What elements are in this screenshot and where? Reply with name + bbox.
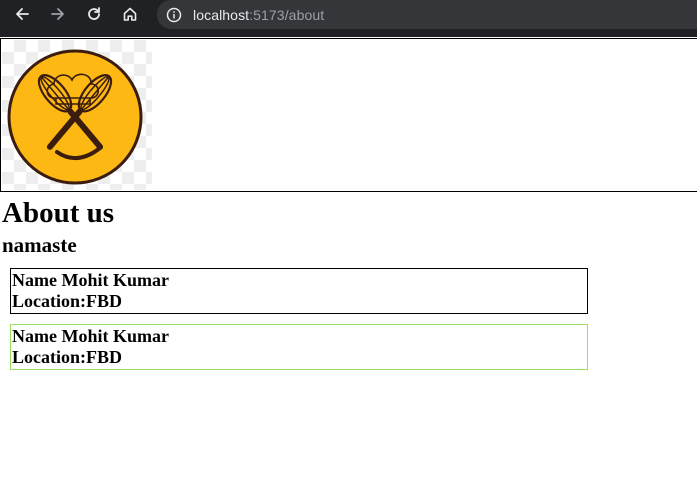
page-header (0, 38, 697, 192)
reload-button[interactable] (80, 0, 108, 28)
chef-whisk-logo-icon (7, 49, 143, 185)
back-arrow-icon (16, 8, 29, 20)
logo (2, 40, 152, 190)
home-button[interactable] (116, 0, 144, 28)
user-card-class: Name Mohit Kumar Location:FBD (10, 324, 588, 370)
url-host: localhost (193, 6, 250, 23)
info-icon[interactable] (165, 6, 183, 24)
browser-toolbar: localhost:5173/about (0, 0, 697, 37)
forward-arrow-icon (51, 8, 64, 20)
url-text: localhost:5173/about (193, 7, 324, 23)
home-icon (123, 7, 137, 21)
back-button[interactable] (8, 0, 36, 28)
user-name: Name Mohit Kumar (12, 270, 169, 290)
page-title: About us (2, 197, 115, 229)
user-location: Location:FBD (12, 347, 122, 367)
page-subtitle: namaste (2, 233, 77, 257)
user-location: Location:FBD (12, 291, 122, 311)
url-path: :5173/about (249, 6, 325, 23)
user-card: Name Mohit Kumar Location:FBD (10, 268, 588, 314)
reload-icon (88, 7, 100, 20)
user-name: Name Mohit Kumar (12, 326, 169, 346)
forward-button[interactable] (44, 0, 72, 28)
address-bar[interactable]: localhost:5173/about (157, 0, 697, 29)
